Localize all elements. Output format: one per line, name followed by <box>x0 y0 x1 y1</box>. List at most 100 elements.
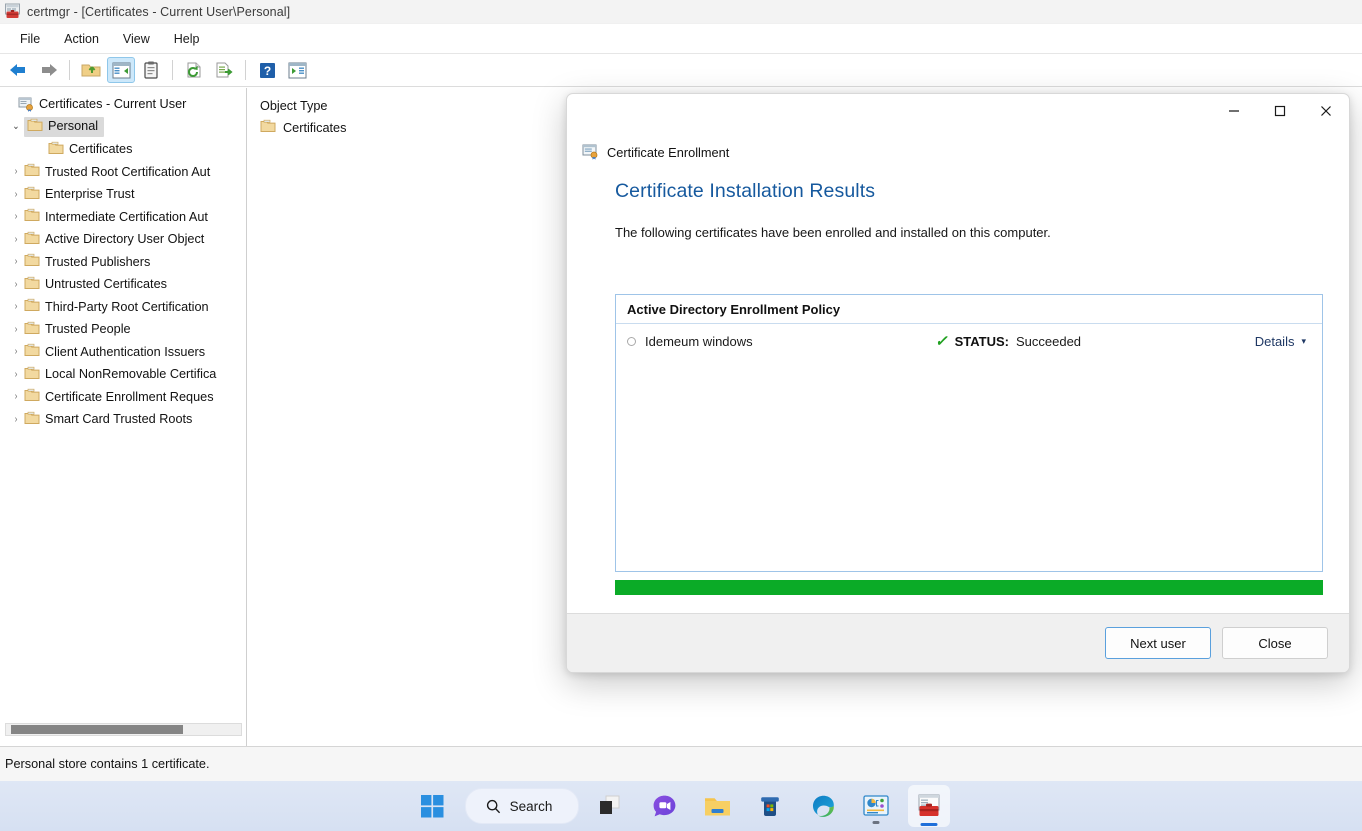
green-check-icon: ✓ <box>935 333 948 350</box>
menu-file[interactable]: File <box>8 28 52 50</box>
chevron-right-icon[interactable]: › <box>9 234 23 245</box>
chevron-right-icon[interactable]: › <box>9 324 23 335</box>
folder-icon <box>48 141 64 158</box>
dialog-footer: Next user Close <box>567 613 1349 672</box>
task-view-button[interactable] <box>590 785 632 827</box>
results-box: Active Directory Enrollment Policy Ideme… <box>615 294 1323 572</box>
tree-root-label: Certificates - Current User <box>39 97 187 112</box>
certificates-root-icon <box>18 97 34 112</box>
policy-header: Active Directory Enrollment Policy <box>616 295 1322 324</box>
menu-view[interactable]: View <box>111 28 162 50</box>
tree-item-label: Intermediate Certification Aut <box>45 209 208 224</box>
row-bullet-icon <box>627 336 636 346</box>
file-explorer-button[interactable] <box>696 785 738 827</box>
chevron-right-icon[interactable]: › <box>9 346 23 357</box>
maximize-button[interactable] <box>1257 94 1303 130</box>
tree-item-trusted-root-certification-authorities[interactable]: › Trusted Root Certification Aut <box>0 161 246 184</box>
refresh-icon[interactable] <box>180 57 208 83</box>
minimize-button[interactable] <box>1211 94 1257 130</box>
up-one-level-icon[interactable] <box>77 57 105 83</box>
result-row[interactable]: Idemeum windows ✓ STATUS: Succeeded Deta… <box>616 324 1322 358</box>
folder-icon <box>24 343 40 360</box>
window-controls <box>1211 94 1349 130</box>
search-box[interactable]: Search <box>464 788 580 824</box>
tree-item-certificate-enrollment-requests[interactable]: › Certificate Enrollment Reques <box>0 386 246 409</box>
progress-bar-fill <box>615 580 1323 595</box>
tree-item-active-directory-user-object[interactable]: › Active Directory User Object <box>0 228 246 251</box>
toolbar-separator-2 <box>172 60 173 80</box>
dialog-title-bar: Certificate Enrollment <box>567 94 1349 160</box>
menu-bar: File Action View Help <box>0 24 1362 54</box>
close-icon[interactable] <box>1303 94 1349 130</box>
taskbar: Search <box>0 781 1362 831</box>
dialog-heading: Certificate Installation Results <box>615 180 876 202</box>
details-toggle[interactable]: Details ▾ <box>1255 334 1306 349</box>
tree-item-label: Third-Party Root Certification <box>45 299 209 314</box>
show-action-pane-icon[interactable] <box>283 57 311 83</box>
mmc-title-bar: certmgr - [Certificates - Current User\P… <box>0 0 1362 24</box>
toolbar-separator <box>69 60 70 80</box>
chevron-right-icon[interactable]: › <box>9 256 23 267</box>
start-button[interactable] <box>412 785 454 827</box>
certificate-enrollment-dialog: Certificate Enrollment Certificate Insta… <box>566 93 1350 673</box>
tree-item-personal[interactable]: ⌄ Personal <box>0 116 246 139</box>
tree-item-label: Smart Card Trusted Roots <box>45 412 193 427</box>
chevron-right-icon[interactable]: › <box>9 301 23 312</box>
tree-root-certificates-current-user[interactable]: Certificates - Current User <box>0 93 246 116</box>
certmgr-button[interactable] <box>908 785 951 827</box>
folder-icon <box>260 119 276 136</box>
chevron-down-icon[interactable]: ⌄ <box>9 121 23 132</box>
properties-icon[interactable] <box>137 57 165 83</box>
search-icon <box>486 799 501 814</box>
folder-icon <box>24 411 40 428</box>
edge-button[interactable] <box>802 785 844 827</box>
tree-item-label: Trusted Root Certification Aut <box>45 164 211 179</box>
export-list-icon[interactable] <box>210 57 238 83</box>
chevron-right-icon[interactable]: › <box>9 279 23 290</box>
back-icon[interactable] <box>4 57 32 83</box>
forward-icon[interactable] <box>34 57 62 83</box>
mmc-console-button[interactable] <box>855 785 897 827</box>
chevron-right-icon[interactable]: › <box>9 189 23 200</box>
chevron-right-icon[interactable]: › <box>9 414 23 425</box>
tree-item-label: Certificates <box>69 142 133 157</box>
tree-item-label: Certificate Enrollment Reques <box>45 389 214 404</box>
tree-item-label: Personal <box>48 119 99 134</box>
active-app-indicator <box>920 823 938 826</box>
tree-item-trusted-people[interactable]: › Trusted People <box>0 318 246 341</box>
tree-item-enterprise-trust[interactable]: › Enterprise Trust <box>0 183 246 206</box>
status-label: STATUS: <box>954 333 1009 349</box>
chevron-right-icon[interactable]: › <box>9 211 23 222</box>
list-item-label: Certificates <box>283 120 347 135</box>
close-button[interactable]: Close <box>1222 627 1328 659</box>
tree-item-trusted-publishers[interactable]: › Trusted Publishers <box>0 251 246 274</box>
tree-item-untrusted-certificates[interactable]: › Untrusted Certificates <box>0 273 246 296</box>
folder-icon <box>24 231 40 248</box>
folder-icon <box>24 208 40 225</box>
microsoft-store-button[interactable] <box>749 785 791 827</box>
console-tree-pane: Certificates - Current User ⌄ Personal C… <box>0 88 247 746</box>
scrollbar-thumb[interactable] <box>11 725 183 734</box>
menu-action[interactable]: Action <box>52 28 111 50</box>
folder-icon <box>24 163 40 180</box>
help-icon[interactable]: ? <box>253 57 281 83</box>
chevron-right-icon[interactable]: › <box>9 391 23 402</box>
tree-item-client-authentication-issuers[interactable]: › Client Authentication Issuers <box>0 341 246 364</box>
toolbar-separator-3 <box>245 60 246 80</box>
tree-item-label: Local NonRemovable Certifica <box>45 367 217 382</box>
tree-horizontal-scrollbar[interactable] <box>5 723 242 736</box>
tree-item-third-party-root-certification[interactable]: › Third-Party Root Certification <box>0 296 246 319</box>
tree-item-certificates[interactable]: Certificates <box>0 138 246 161</box>
chevron-right-icon[interactable]: › <box>9 166 23 177</box>
chat-button[interactable] <box>643 785 685 827</box>
menu-help[interactable]: Help <box>162 28 212 50</box>
tree-item-intermediate-certification-authorities[interactable]: › Intermediate Certification Aut <box>0 206 246 229</box>
folder-icon <box>27 118 43 135</box>
tree-item-local-nonremovable-certificates[interactable]: › Local NonRemovable Certifica <box>0 363 246 386</box>
chevron-right-icon[interactable]: › <box>9 369 23 380</box>
show-hide-console-tree-icon[interactable] <box>107 57 135 83</box>
chevron-down-icon: ▾ <box>1301 335 1306 346</box>
svg-text:?: ? <box>263 64 270 78</box>
next-user-button[interactable]: Next user <box>1105 627 1211 659</box>
tree-item-smart-card-trusted-roots[interactable]: › Smart Card Trusted Roots <box>0 408 246 431</box>
